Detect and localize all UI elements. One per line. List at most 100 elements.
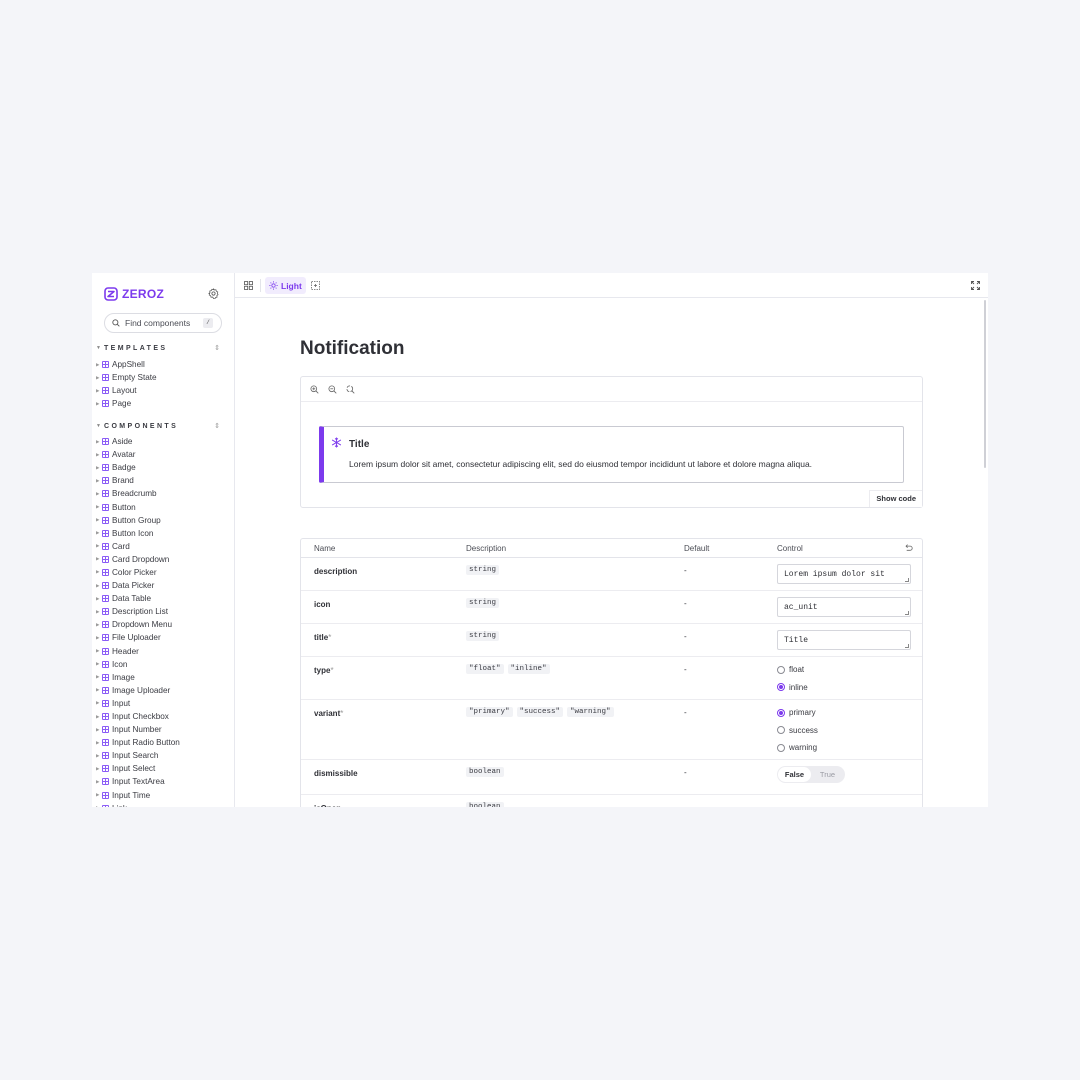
sidebar-item-input-radio-button[interactable]: ▶ Input Radio Button — [96, 736, 226, 749]
sidebar-item-data-picker[interactable]: ▶ Data Picker — [96, 579, 226, 592]
sidebar-item-description-list[interactable]: ▶ Description List — [96, 605, 226, 618]
radio-label: inline — [789, 682, 808, 692]
prop-name: title — [314, 633, 329, 642]
sidebar-item-input-number[interactable]: ▶ Input Number — [96, 723, 226, 736]
radio-indicator[interactable] — [777, 743, 785, 752]
sidebar-item-empty-state[interactable]: ▶ Empty State — [96, 371, 226, 384]
sidebar-item-image-uploader[interactable]: ▶ Image Uploader — [96, 684, 226, 697]
column-header-description: Description — [466, 544, 507, 553]
sidebar-item-header[interactable]: ▶ Header — [96, 645, 226, 658]
toggle-option-false[interactable]: False — [778, 767, 811, 782]
sidebar-item-button[interactable]: ▶ Button — [96, 500, 226, 513]
sidebar-item-label: Dropdown Menu — [112, 620, 173, 630]
title-control-input[interactable]: Title — [777, 630, 911, 650]
table-row: isOpen boolean - — [301, 795, 922, 807]
type-badge: boolean — [466, 802, 504, 807]
sort-icon[interactable]: ⇕ — [214, 422, 220, 430]
radio-indicator[interactable] — [777, 708, 785, 717]
sidebar-item-appshell[interactable]: ▶ AppShell — [96, 358, 226, 371]
radio-option-primary[interactable]: primary — [777, 704, 818, 722]
prop-name-cell: dismissible — [314, 769, 358, 778]
toggle-option-true[interactable]: True — [811, 767, 844, 782]
radio-indicator[interactable] — [777, 683, 785, 692]
dismissible-toggle[interactable]: False True — [777, 766, 845, 783]
sidebar-item-input-time[interactable]: ▶ Input Time — [96, 789, 226, 802]
zoom-reset-icon[interactable] — [346, 384, 355, 394]
component-icon — [102, 503, 109, 511]
sidebar-item-avatar[interactable]: ▶ Avatar — [96, 448, 226, 461]
sidebar-item-icon[interactable]: ▶ Icon — [96, 658, 226, 671]
radio-option-inline[interactable]: inline — [777, 679, 808, 697]
component-icon — [102, 699, 109, 707]
reset-icon[interactable] — [904, 543, 913, 552]
frame-outline-icon[interactable] — [311, 281, 320, 290]
sidebar-item-input-search[interactable]: ▶ Input Search — [96, 749, 226, 762]
sidebar-item-breadcrumb[interactable]: ▶ Breadcrumb — [96, 487, 226, 500]
radio-option-float[interactable]: float — [777, 661, 808, 679]
radio-indicator[interactable] — [777, 665, 785, 674]
templates-section-header[interactable]: ▼ TEMPLATES ⇕ — [96, 343, 222, 353]
sidebar-item-label: Link — [112, 804, 127, 807]
search-input[interactable] — [125, 318, 199, 328]
sidebar-item-button-icon[interactable]: ▶ Button Icon — [96, 527, 226, 540]
sidebar-item-dropdown-menu[interactable]: ▶ Dropdown Menu — [96, 618, 226, 631]
props-table-body: description string - Lorem ipsum dolor sit i… — [301, 558, 922, 807]
sidebar-item-label: Input Time — [112, 790, 151, 800]
sidebar-item-data-table[interactable]: ▶ Data Table — [96, 592, 226, 605]
sidebar: ZEROZ / ▼ TEMPLATES ⇕ ▶AppShell▶Empty St… — [92, 273, 235, 807]
sidebar-item-file-uploader[interactable]: ▶ File Uploader — [96, 631, 226, 644]
grid-icon[interactable] — [244, 281, 253, 290]
sidebar-item-input-select[interactable]: ▶ Input Select — [96, 762, 226, 775]
component-icon — [102, 804, 109, 807]
sidebar-item-button-group[interactable]: ▶ Button Group — [96, 514, 226, 527]
radio-indicator[interactable] — [777, 726, 785, 735]
column-header-name: Name — [314, 544, 336, 553]
props-table-header: Name Description Default Control — [301, 539, 922, 558]
fullscreen-icon[interactable] — [971, 281, 980, 290]
main-content: Notification Title Lorem ipsum dolor sit… — [235, 298, 988, 807]
sidebar-item-card[interactable]: ▶ Card — [96, 540, 226, 553]
sidebar-item-layout[interactable]: ▶ Layout — [96, 384, 226, 397]
gear-icon[interactable] — [208, 288, 219, 299]
sidebar-item-label: AppShell — [112, 360, 145, 370]
sun-icon — [269, 281, 278, 290]
sidebar-item-label: Data Picker — [112, 581, 155, 591]
zoom-in-icon[interactable] — [310, 384, 319, 394]
table-row: description string - Lorem ipsum dolor sit — [301, 558, 922, 591]
sidebar-item-page[interactable]: ▶ Page — [96, 397, 226, 410]
required-marker: * — [340, 709, 344, 718]
sidebar-item-link[interactable]: ▶Link — [96, 802, 226, 807]
type-badge: string — [466, 598, 500, 608]
sidebar-item-badge[interactable]: ▶ Badge — [96, 461, 226, 474]
sidebar-item-aside[interactable]: ▶ Aside — [96, 435, 226, 448]
component-icon — [102, 752, 109, 760]
sidebar-item-input-checkbox[interactable]: ▶ Input Checkbox — [96, 710, 226, 723]
sidebar-item-card-dropdown[interactable]: ▶ Card Dropdown — [96, 553, 226, 566]
prop-name-cell: isOpen — [314, 804, 341, 807]
show-code-button[interactable]: Show code — [869, 490, 922, 507]
sidebar-item-brand[interactable]: ▶ Brand — [96, 474, 226, 487]
sidebar-item-input-textarea[interactable]: ▶ Input TextArea — [96, 775, 226, 788]
zoom-out-icon[interactable] — [328, 384, 337, 394]
components-section-header[interactable]: ▼ COMPONENTS ⇕ — [96, 421, 222, 431]
props-table: Name Description Default Control descrip… — [300, 538, 923, 807]
sidebar-item-image[interactable]: ▶ Image — [96, 671, 226, 684]
sidebar-item-label: Description List — [112, 607, 168, 617]
sidebar-item-input[interactable]: ▶ Input — [96, 697, 226, 710]
radio-option-warning[interactable]: warning — [777, 739, 818, 757]
components-section-title: COMPONENTS — [104, 422, 179, 430]
radio-option-success[interactable]: success — [777, 722, 818, 740]
required-marker: * — [328, 633, 332, 642]
component-icon — [102, 686, 109, 694]
search-icon — [112, 319, 120, 327]
sort-icon[interactable]: ⇕ — [214, 344, 220, 352]
icon-control-input[interactable]: ac_unit — [777, 597, 911, 617]
sidebar-item-label: Layout — [112, 386, 137, 396]
sidebar-item-color-picker[interactable]: ▶ Color Picker — [96, 566, 226, 579]
prop-control: Lorem ipsum dolor sit — [777, 564, 911, 584]
scrollbar[interactable] — [984, 300, 986, 468]
theme-toggle-button[interactable]: Light — [265, 277, 306, 294]
brand-logo[interactable]: ZEROZ — [104, 286, 164, 302]
description-control-input[interactable]: Lorem ipsum dolor sit — [777, 564, 911, 584]
component-icon — [102, 608, 109, 616]
